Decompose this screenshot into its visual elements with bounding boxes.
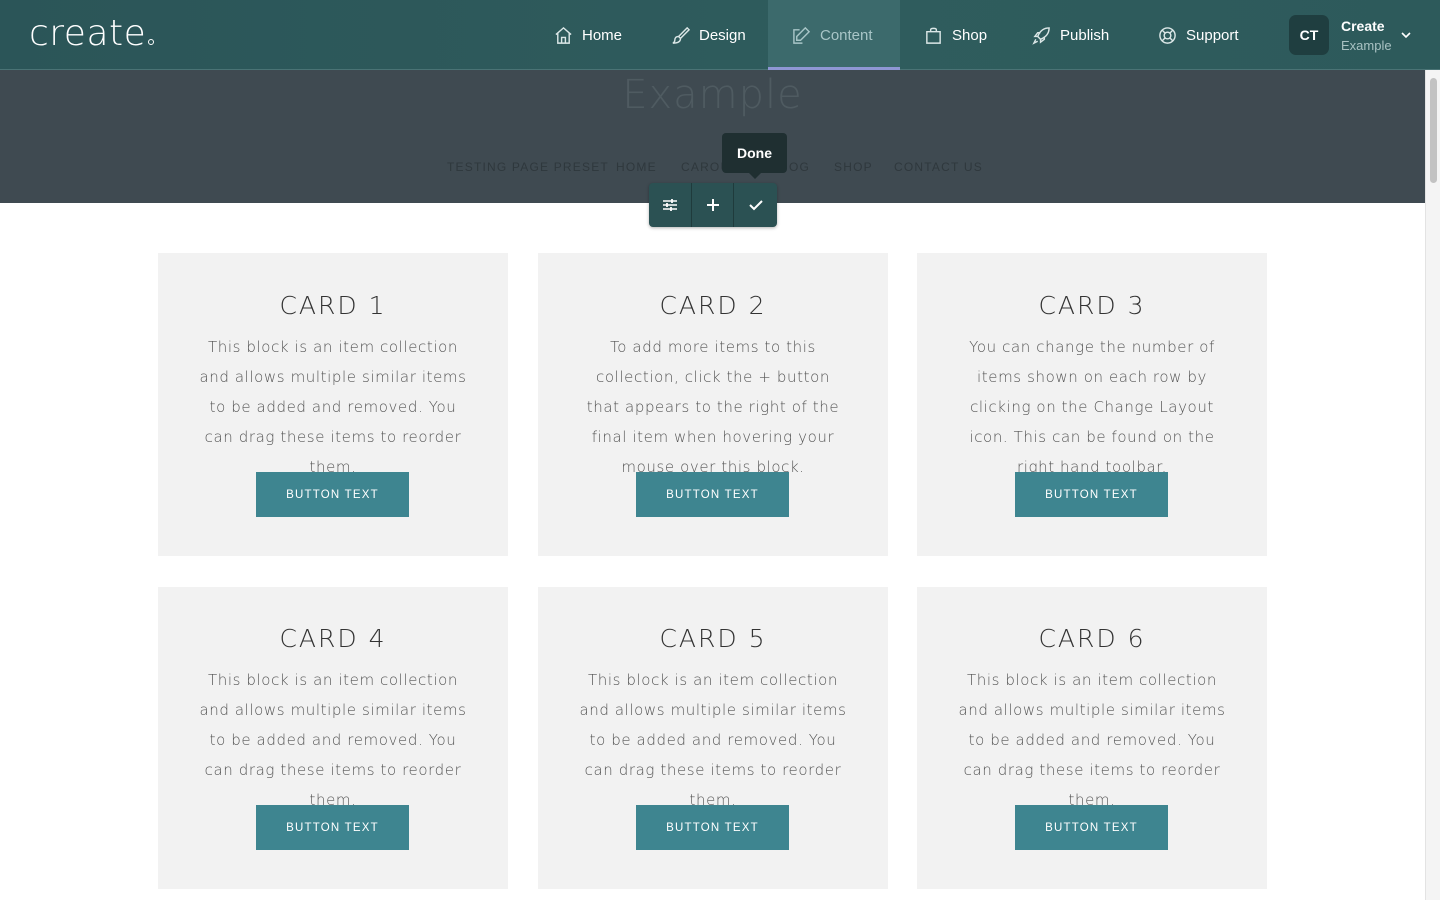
rocket-icon bbox=[1032, 26, 1050, 45]
card-button[interactable]: BUTTON TEXT bbox=[636, 472, 789, 517]
done-tooltip: Done bbox=[722, 133, 787, 179]
logo-text: create bbox=[29, 13, 147, 54]
site-title: Example bbox=[622, 72, 803, 118]
card-button[interactable]: BUTTON TEXT bbox=[1015, 805, 1168, 850]
add-item-button[interactable] bbox=[692, 183, 735, 227]
card: CARD 3 You can change the number of item… bbox=[917, 253, 1267, 556]
settings-sliders-icon bbox=[662, 199, 677, 211]
nav-home[interactable]: Home bbox=[554, 0, 644, 70]
card: CARD 1 This block is an item collection … bbox=[158, 253, 508, 556]
nav-publish[interactable]: Publish bbox=[1032, 0, 1122, 70]
card-button[interactable]: BUTTON TEXT bbox=[256, 472, 409, 517]
card: CARD 2 To add more items to this collect… bbox=[538, 253, 888, 556]
card-title: CARD 2 bbox=[659, 291, 767, 320]
app-bar: create Home Design Content Shop Publish … bbox=[0, 0, 1440, 71]
card-title: CARD 1 bbox=[279, 291, 387, 320]
nav-design[interactable]: Design bbox=[671, 0, 761, 70]
card-body: This block is an item collection and all… bbox=[199, 338, 467, 476]
brush-icon bbox=[672, 26, 690, 44]
site-nav-item[interactable]: OG bbox=[789, 160, 810, 174]
block-toolbar bbox=[649, 183, 777, 227]
check-icon bbox=[748, 200, 763, 211]
nav-publish-label: Publish bbox=[1060, 26, 1110, 44]
nav-shop[interactable]: Shop bbox=[924, 0, 1004, 70]
site-nav-item[interactable]: TESTING PAGE PRESET bbox=[447, 160, 609, 174]
site-nav-item[interactable]: SHOP bbox=[834, 160, 873, 174]
nav-shop-label: Shop bbox=[952, 26, 988, 44]
card-title: CARD 4 bbox=[279, 624, 387, 653]
shopping-bag-icon bbox=[926, 27, 941, 44]
card-body: This block is an item collection and all… bbox=[958, 671, 1226, 809]
account-subtitle: Example bbox=[1341, 38, 1392, 53]
nav-content-label: Content bbox=[820, 26, 873, 44]
home-icon bbox=[555, 26, 572, 44]
avatar[interactable]: CT bbox=[1289, 15, 1329, 55]
site-nav-item[interactable]: CONTACT US bbox=[894, 160, 983, 174]
card-body: You can change the number of items shown… bbox=[969, 338, 1215, 476]
scrollbar[interactable] bbox=[1425, 70, 1440, 900]
nav-content[interactable]: Content bbox=[768, 0, 900, 71]
account-name[interactable]: Create bbox=[1341, 18, 1385, 34]
nav-home-label: Home bbox=[582, 26, 623, 44]
plus-icon bbox=[706, 199, 719, 211]
site-nav-item[interactable]: HOME bbox=[616, 160, 657, 174]
card-title: CARD 5 bbox=[659, 624, 767, 653]
card-button[interactable]: BUTTON TEXT bbox=[636, 805, 789, 850]
lifebuoy-icon bbox=[1159, 26, 1176, 44]
chevron-down-icon[interactable] bbox=[1400, 30, 1412, 40]
settings-button[interactable] bbox=[649, 183, 692, 227]
nav-support-label: Support bbox=[1186, 26, 1239, 44]
card: CARD 5 This block is an item collection … bbox=[538, 587, 888, 889]
card: CARD 6 This block is an item collection … bbox=[917, 587, 1267, 889]
nav-support[interactable]: Support bbox=[1158, 0, 1258, 70]
edit-icon bbox=[793, 26, 811, 44]
card-title: CARD 3 bbox=[1038, 291, 1146, 320]
scrollbar-thumb[interactable] bbox=[1430, 78, 1437, 183]
card-body: To add more items to this collection, cl… bbox=[586, 338, 840, 476]
create-logo[interactable]: create bbox=[29, 13, 155, 54]
card-title: CARD 6 bbox=[1038, 624, 1146, 653]
card-body: This block is an item collection and all… bbox=[199, 671, 467, 809]
card-button[interactable]: BUTTON TEXT bbox=[256, 805, 409, 850]
logo-dot bbox=[148, 39, 155, 45]
card-body: This block is an item collection and all… bbox=[579, 671, 847, 809]
done-button[interactable] bbox=[734, 183, 777, 227]
card-button[interactable]: BUTTON TEXT bbox=[1015, 472, 1168, 517]
nav-design-label: Design bbox=[699, 26, 746, 44]
card: CARD 4 This block is an item collection … bbox=[158, 587, 508, 889]
